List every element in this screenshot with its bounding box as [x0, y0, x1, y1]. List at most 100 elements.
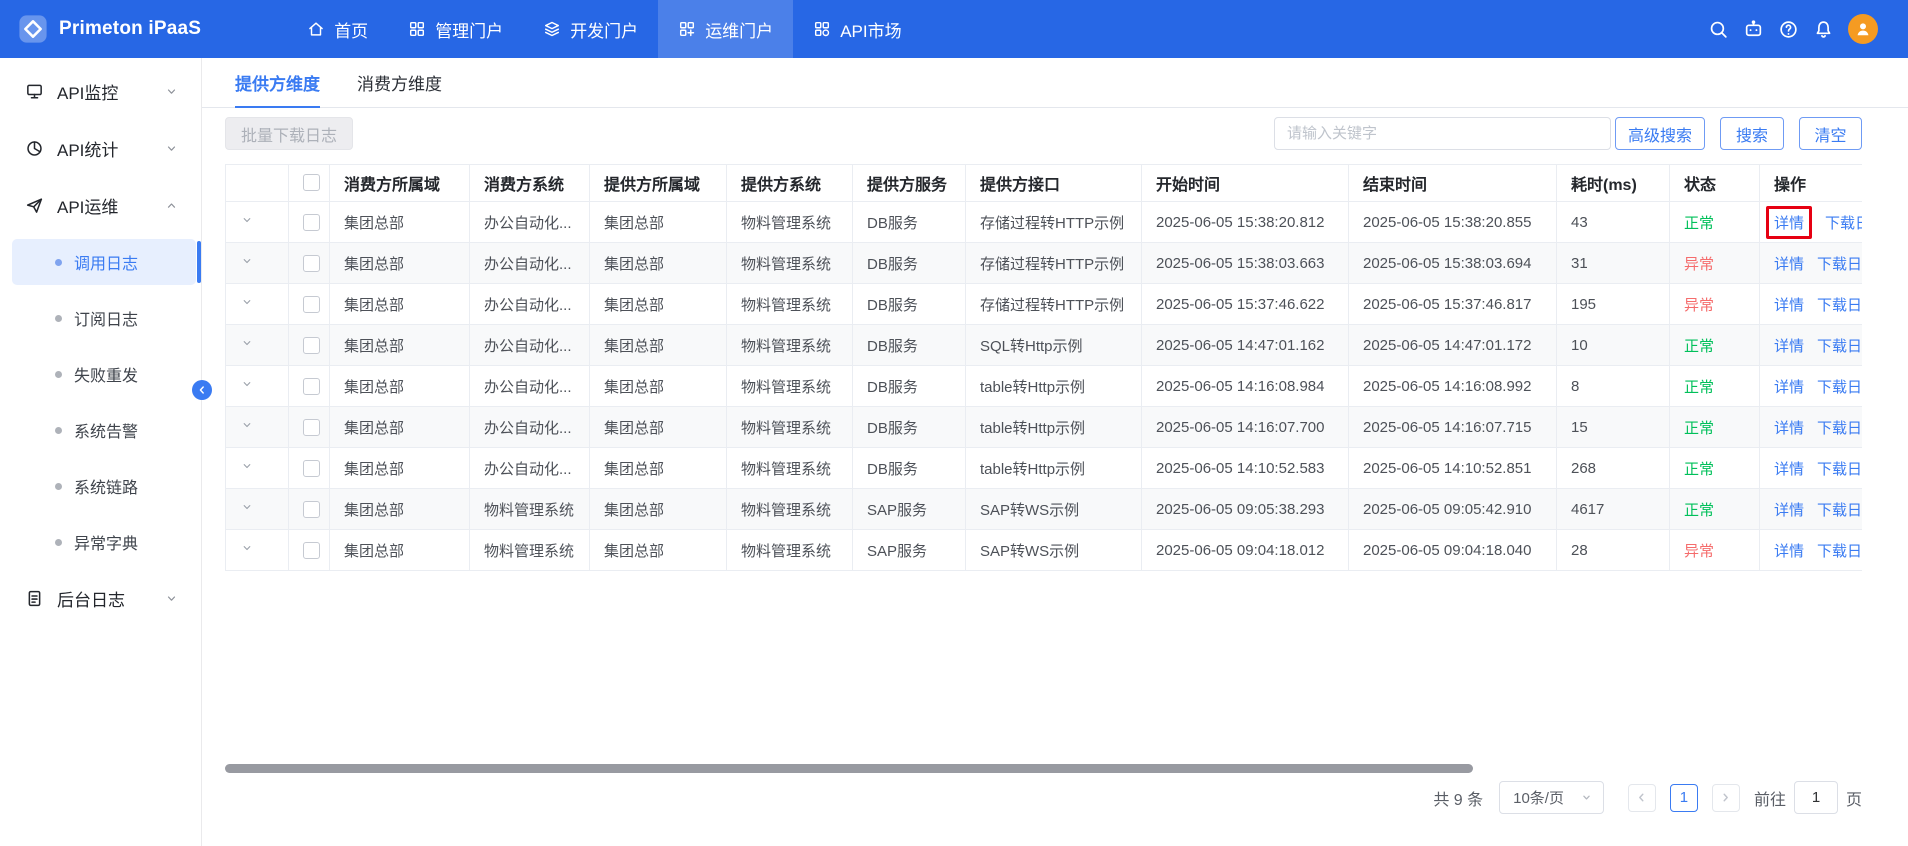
sidebar-subitem-system-trace[interactable]: 系统链路: [0, 458, 201, 514]
ai-assistant-icon[interactable]: [1743, 19, 1764, 40]
start-time-cell: 2025-06-05 14:10:52.583: [1142, 448, 1349, 489]
detail-link[interactable]: 详情: [1774, 256, 1804, 273]
row-checkbox[interactable]: [303, 337, 320, 354]
detail-link[interactable]: 详情: [1774, 420, 1804, 437]
chevron-down-icon[interactable]: [240, 254, 254, 268]
sidebar-item-api-monitor[interactable]: API监控: [0, 63, 201, 120]
chevron-down-icon[interactable]: [240, 377, 254, 391]
bell-icon[interactable]: [1813, 19, 1834, 40]
start-time-cell: 2025-06-05 14:16:08.984: [1142, 366, 1349, 407]
download-log-link[interactable]: 下载日志: [1817, 461, 1862, 478]
sidebar-item-api-ops[interactable]: API运维: [0, 177, 201, 234]
detail-link[interactable]: 详情: [1774, 379, 1804, 396]
row-checkbox[interactable]: [303, 296, 320, 313]
checkbox-cell: [289, 530, 330, 571]
topnav-item-management-portal[interactable]: 管理门户: [388, 0, 523, 58]
topnav-item-home[interactable]: 首页: [287, 0, 388, 58]
provider-system-cell: 物料管理系统: [727, 448, 853, 489]
next-page-button[interactable]: [1712, 784, 1740, 812]
detail-link[interactable]: 详情: [1774, 502, 1804, 519]
select-all-checkbox[interactable]: [303, 174, 320, 191]
chevron-down-icon[interactable]: [240, 213, 254, 227]
row-checkbox[interactable]: [303, 214, 320, 231]
chevron-down-icon[interactable]: [240, 541, 254, 555]
chevron-down-icon[interactable]: [240, 295, 254, 309]
provider-api-cell: 存储过程转HTTP示例: [966, 202, 1142, 243]
sidebar-subitem-subscribe-log[interactable]: 订阅日志: [0, 290, 201, 346]
provider-api-cell: 存储过程转HTTP示例: [966, 284, 1142, 325]
row-checkbox[interactable]: [303, 378, 320, 395]
horizontal-scrollbar-thumb[interactable]: [225, 764, 1473, 773]
end-time-cell: 2025-06-05 15:38:03.694: [1349, 243, 1557, 284]
download-log-link[interactable]: 下载日志: [1817, 297, 1862, 314]
toolbar-right: 高级搜索 搜索 清空: [1274, 117, 1862, 150]
search-button[interactable]: 搜索: [1720, 117, 1784, 150]
batch-download-button[interactable]: 批量下载日志: [225, 117, 353, 150]
sidebar-item-api-stats[interactable]: API统计: [0, 120, 201, 177]
tab-consumer-dimension[interactable]: 消费方维度: [357, 58, 442, 107]
consumer-domain-cell: 集团总部: [330, 530, 470, 571]
sidebar-subitem-label: 异常字典: [74, 530, 138, 554]
sidebar-subitem-exception-dict[interactable]: 异常字典: [0, 514, 201, 570]
consumer-system-cell: 办公自动化...: [470, 407, 590, 448]
download-log-link[interactable]: 下载日志: [1817, 256, 1862, 273]
row-checkbox[interactable]: [303, 460, 320, 477]
provider-system-cell: 物料管理系统: [727, 325, 853, 366]
row-checkbox[interactable]: [303, 255, 320, 272]
sidebar-subitem-system-alert[interactable]: 系统告警: [0, 402, 201, 458]
table-row: 集团总部办公自动化...集团总部物料管理系统DB服务存储过程转HTTP示例202…: [226, 284, 1863, 325]
bullet-dot-icon: [55, 371, 62, 378]
detail-link[interactable]: 详情: [1766, 206, 1812, 239]
download-log-link[interactable]: 下载日志: [1817, 379, 1862, 396]
advanced-search-button[interactable]: 高级搜索: [1615, 117, 1705, 150]
download-log-link[interactable]: 下载日志: [1817, 338, 1862, 355]
download-log-link[interactable]: 下载日志: [1817, 502, 1862, 519]
provider-domain-cell: 集团总部: [590, 448, 727, 489]
bullet-dot-icon: [55, 259, 62, 266]
sidebar-subitem-fail-retry[interactable]: 失败重发: [0, 346, 201, 402]
page-size-select[interactable]: 10条/页: [1499, 781, 1604, 814]
row-checkbox[interactable]: [303, 542, 320, 559]
consumer-system-cell: 办公自动化...: [470, 448, 590, 489]
sidebar-item-backend-log[interactable]: 后台日志: [0, 570, 201, 627]
clear-button[interactable]: 清空: [1799, 117, 1862, 150]
provider-service-cell: SAP服务: [853, 530, 966, 571]
sidebar-item-label: API统计: [57, 136, 118, 161]
status-cell: 异常: [1670, 284, 1760, 325]
chevron-down-icon[interactable]: [240, 500, 254, 514]
keyword-search-input[interactable]: [1274, 117, 1611, 150]
provider-api-cell: table转Http示例: [966, 448, 1142, 489]
download-log-link[interactable]: 下载日志: [1817, 543, 1862, 560]
chevron-down-icon[interactable]: [240, 459, 254, 473]
ops-grid-icon: [678, 20, 696, 38]
page-number-button[interactable]: 1: [1670, 784, 1698, 812]
download-log-link[interactable]: 下载日志: [1825, 215, 1862, 232]
user-avatar[interactable]: [1848, 14, 1878, 44]
chevron-down-icon[interactable]: [240, 418, 254, 432]
search-icon[interactable]: [1708, 19, 1729, 40]
detail-link[interactable]: 详情: [1774, 338, 1804, 355]
sidebar-collapse-toggle[interactable]: [192, 380, 212, 400]
tab-provider-dimension[interactable]: 提供方维度: [235, 58, 320, 107]
provider-service-cell: DB服务: [853, 202, 966, 243]
table-row: 集团总部物料管理系统集团总部物料管理系统SAP服务SAP转WS示例2025-06…: [226, 489, 1863, 530]
row-checkbox[interactable]: [303, 501, 320, 518]
help-icon[interactable]: [1778, 19, 1799, 40]
checkbox-cell: [289, 448, 330, 489]
topnav-item-api-market[interactable]: API市场: [793, 0, 921, 58]
provider-domain-cell: 集团总部: [590, 325, 727, 366]
row-checkbox[interactable]: [303, 419, 320, 436]
detail-link[interactable]: 详情: [1774, 461, 1804, 478]
topnav-item-ops-portal[interactable]: 运维门户: [658, 0, 793, 58]
sidebar-subitem-invoke-log[interactable]: 调用日志: [0, 234, 201, 290]
goto-page-input[interactable]: [1794, 781, 1838, 814]
topnav-item-dev-portal[interactable]: 开发门户: [523, 0, 658, 58]
checkbox-cell: [289, 243, 330, 284]
prev-page-button[interactable]: [1628, 784, 1656, 812]
sidebar-item-label: 后台日志: [57, 586, 125, 611]
detail-link[interactable]: 详情: [1774, 297, 1804, 314]
chevron-down-icon[interactable]: [240, 336, 254, 350]
detail-link[interactable]: 详情: [1774, 543, 1804, 560]
download-log-link[interactable]: 下载日志: [1817, 420, 1862, 437]
status-badge: 异常: [1684, 543, 1714, 560]
